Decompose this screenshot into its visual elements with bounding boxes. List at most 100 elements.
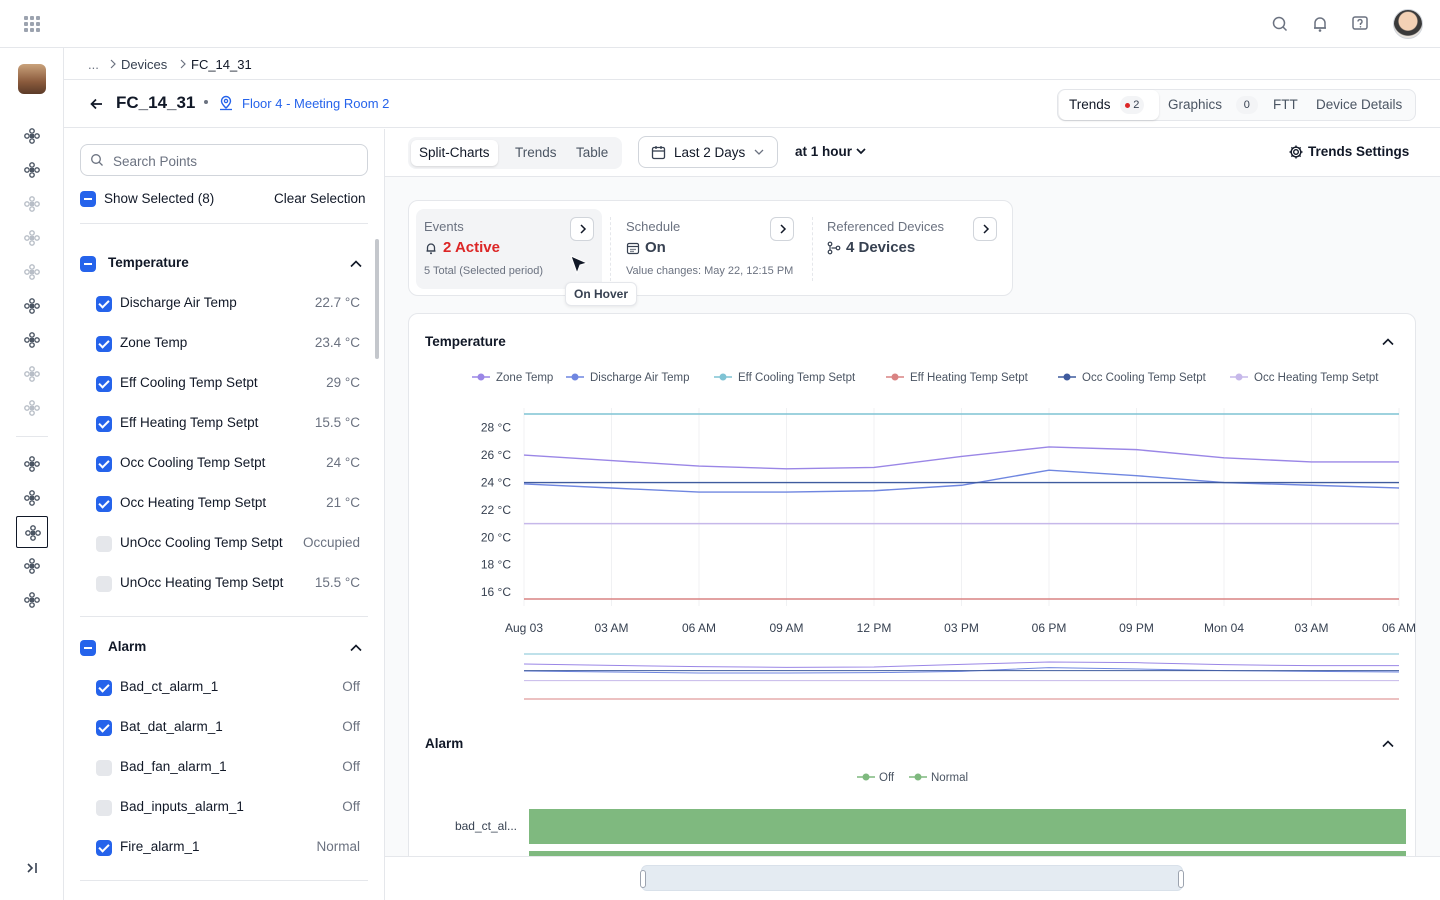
events-open-button[interactable]: [570, 217, 594, 241]
date-range-select[interactable]: Last 2 Days: [638, 136, 778, 168]
legend-item[interactable]: Occ Cooling Temp Setpt: [1058, 372, 1207, 384]
clear-selection-button[interactable]: Clear Selection: [274, 191, 366, 206]
tab-graphics[interactable]: Graphics 0: [1168, 90, 1258, 120]
schedule-open-button[interactable]: [770, 217, 794, 241]
group-checkbox[interactable]: [80, 256, 96, 272]
scrollbar-thumb[interactable]: [375, 239, 379, 359]
x-tick-label: Aug 03: [505, 621, 543, 635]
tab-ftt[interactable]: FTT: [1273, 90, 1298, 120]
device-tabs: Trends 2 Graphics 0 FTT Device Details: [1057, 89, 1416, 121]
breadcrumb-devices[interactable]: Devices: [121, 57, 167, 72]
search-icon[interactable]: [1270, 14, 1290, 34]
legend-label: Occ Cooling Temp Setpt: [1082, 372, 1207, 384]
rail-device-icon[interactable]: [22, 228, 42, 248]
collapse-sidebar-icon[interactable]: [22, 858, 42, 878]
chevron-down-icon[interactable]: [856, 148, 866, 155]
point-name[interactable]: Eff Cooling Temp Setpt: [120, 375, 258, 390]
point-name[interactable]: UnOcc Cooling Temp Setpt: [120, 535, 283, 550]
point-checkbox[interactable]: [96, 336, 112, 352]
rail-device-icon[interactable]: [22, 590, 42, 610]
zoom-handle-left[interactable]: [640, 870, 646, 888]
breadcrumb: ... Devices FC_14_31: [64, 48, 1440, 80]
group-title[interactable]: Temperature: [108, 255, 189, 270]
rail-device-icon[interactable]: [22, 364, 42, 384]
point-checkbox[interactable]: [96, 416, 112, 432]
group-checkbox[interactable]: [80, 640, 96, 656]
group-title[interactable]: Alarm: [108, 639, 146, 654]
rail-device-icon[interactable]: [22, 194, 42, 214]
zoom-range-slider[interactable]: [640, 865, 1184, 891]
point-checkbox[interactable]: [96, 456, 112, 472]
zoom-handle-right[interactable]: [1178, 870, 1184, 888]
rail-device-icon[interactable]: [22, 488, 42, 508]
legend-item[interactable]: Occ Heating Temp Setpt: [1230, 372, 1379, 384]
rail-device-icon[interactable]: [16, 516, 48, 548]
point-name[interactable]: Occ Heating Temp Setpt: [120, 495, 266, 510]
apps-grid-icon[interactable]: [24, 16, 40, 32]
point-name[interactable]: Bad_fan_alarm_1: [120, 759, 227, 774]
legend-item[interactable]: Off: [857, 772, 895, 784]
point-name[interactable]: Bad_inputs_alarm_1: [120, 799, 244, 814]
view-trends[interactable]: Trends: [507, 140, 565, 166]
rail-device-icon[interactable]: [22, 330, 42, 350]
point-checkbox[interactable]: [96, 376, 112, 392]
rail-divider: [16, 436, 48, 437]
point-checkbox[interactable]: [96, 760, 112, 776]
schedule-card[interactable]: Schedule On Value changes: May 22, 12:15…: [618, 209, 804, 289]
interval-select[interactable]: at 1 hour: [795, 144, 852, 159]
tab-device-details[interactable]: Device Details: [1316, 90, 1402, 120]
view-table[interactable]: Table: [568, 140, 616, 166]
divider: [80, 616, 368, 617]
tab-trends[interactable]: Trends 2: [1059, 90, 1159, 120]
point-name[interactable]: Discharge Air Temp: [120, 295, 237, 310]
legend-item[interactable]: Normal: [909, 772, 968, 784]
breadcrumb-ellipsis[interactable]: ...: [88, 57, 99, 72]
rail-device-icon[interactable]: [22, 296, 42, 316]
point-checkbox[interactable]: [96, 576, 112, 592]
help-icon[interactable]: [1350, 14, 1370, 34]
show-selected-checkbox[interactable]: [80, 191, 96, 207]
rail-device-icon[interactable]: [22, 556, 42, 576]
point-name[interactable]: Bad_ct_alarm_1: [120, 679, 218, 694]
point-name[interactable]: Bat_dat_alarm_1: [120, 719, 223, 734]
point-name[interactable]: Fire_alarm_1: [120, 839, 200, 854]
point-checkbox[interactable]: [96, 296, 112, 312]
view-split-charts[interactable]: Split-Charts: [411, 140, 498, 166]
trends-settings-button[interactable]: Trends Settings: [1288, 143, 1418, 163]
referenced-devices-card[interactable]: Referenced Devices 4 Devices: [819, 209, 1005, 289]
point-checkbox[interactable]: [96, 496, 112, 512]
search-input[interactable]: [113, 151, 353, 171]
events-card[interactable]: Events 2 Active 5 Total (Selected period…: [416, 209, 602, 289]
chevron-right-icon: [580, 224, 587, 234]
avatar[interactable]: [1393, 9, 1423, 39]
rail-device-icon[interactable]: [22, 262, 42, 282]
location-link[interactable]: Floor 4 - Meeting Room 2: [242, 96, 389, 111]
point-name[interactable]: Zone Temp: [120, 335, 187, 350]
alarm-chart-title: Alarm: [425, 736, 464, 751]
chevron-up-icon[interactable]: [350, 260, 362, 268]
search-box: [80, 144, 368, 176]
rail-device-icon[interactable]: [22, 160, 42, 180]
legend-item[interactable]: Discharge Air Temp: [566, 372, 690, 384]
point-name[interactable]: Eff Heating Temp Setpt: [120, 415, 258, 430]
referenced-open-button[interactable]: [973, 217, 997, 241]
point-name[interactable]: Occ Cooling Temp Setpt: [120, 455, 265, 470]
bell-icon[interactable]: [1310, 14, 1330, 34]
point-checkbox[interactable]: [96, 680, 112, 696]
point-checkbox[interactable]: [96, 840, 112, 856]
legend-item[interactable]: Zone Temp: [472, 372, 553, 384]
back-arrow-icon[interactable]: [88, 95, 106, 113]
building-thumbnail[interactable]: [18, 64, 46, 94]
point-checkbox[interactable]: [96, 800, 112, 816]
rail-device-icon[interactable]: [22, 398, 42, 418]
rail-device-icon[interactable]: [22, 454, 42, 474]
legend-item[interactable]: Eff Cooling Temp Setpt: [714, 372, 856, 384]
chevron-up-icon[interactable]: [1382, 740, 1394, 748]
chevron-up-icon[interactable]: [350, 644, 362, 652]
rail-device-icon[interactable]: [22, 126, 42, 146]
point-checkbox[interactable]: [96, 536, 112, 552]
point-value: Off: [342, 799, 360, 814]
legend-item[interactable]: Eff Heating Temp Setpt: [886, 372, 1029, 384]
point-checkbox[interactable]: [96, 720, 112, 736]
point-name[interactable]: UnOcc Heating Temp Setpt: [120, 575, 283, 590]
